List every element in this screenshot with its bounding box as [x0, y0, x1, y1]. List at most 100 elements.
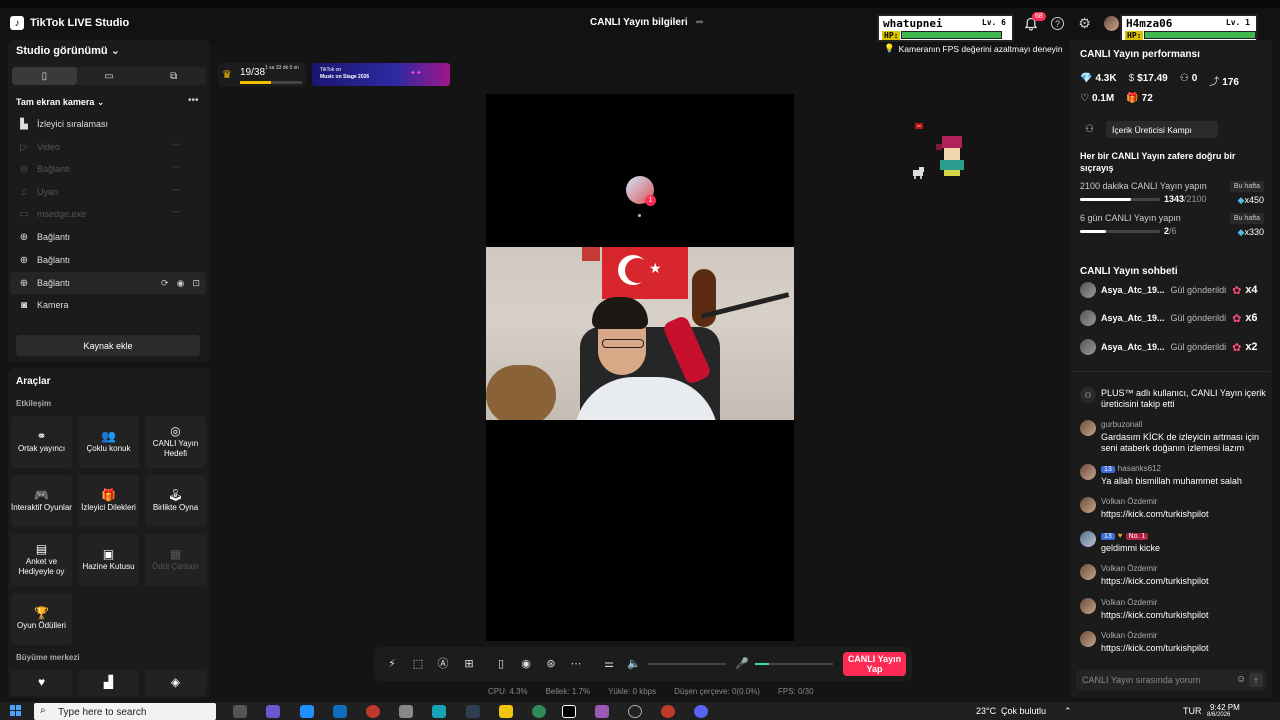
share-icon[interactable]: ➦ — [696, 17, 704, 28]
user-avatar[interactable] — [1104, 16, 1119, 31]
live-goal-button[interactable]: ◎ CANLI Yayın Hedefi — [145, 416, 206, 468]
user-add-icon[interactable]: ⚇ — [1085, 124, 1094, 135]
eye-icon[interactable]: ◉ — [177, 278, 185, 289]
hidden-icon[interactable]: ︶ — [172, 142, 180, 153]
refresh-icon[interactable]: ⟳ — [161, 278, 169, 289]
level-badge: 13 — [1101, 466, 1115, 473]
status-bar: CPU: 4.3% Bellek: 1.7% Yükle: 0 kbps Düş… — [488, 687, 814, 696]
app-icon[interactable] — [628, 705, 642, 718]
mail-icon[interactable] — [333, 705, 347, 718]
weather-temp[interactable]: 23°C — [976, 706, 996, 716]
game-rewards-button[interactable]: 🏆 Oyun Ödülleri — [11, 593, 72, 645]
phone-icon[interactable]: ▯ — [494, 656, 508, 670]
capture-icon[interactable]: ⊛ — [544, 656, 558, 670]
audio-settings-icon[interactable]: ⚌ — [602, 656, 616, 670]
chat-input[interactable] — [1082, 673, 1232, 687]
more-icon[interactable]: ⋯ — [569, 656, 583, 670]
record-icon[interactable]: ◉ — [519, 656, 533, 670]
copilot-icon[interactable] — [266, 705, 280, 718]
chat-message[interactable]: Volkan Özdemir https://kick.com/turkishp… — [1080, 497, 1266, 523]
viewer-wishes-button[interactable]: 🎁 İzleyici Dilekleri — [78, 475, 139, 527]
clock-time[interactable]: 9:42 PM — [1210, 703, 1240, 712]
chat-message[interactable]: Volkan Özdemir https://kick.com/turkishp… — [1080, 631, 1266, 657]
help-icon[interactable]: ? — [1051, 17, 1064, 30]
growth-tool-button[interactable]: ♥ — [11, 670, 72, 696]
promo-banner[interactable]: TikTok on Music on Stage 2026 ✦✦ — [312, 63, 450, 86]
edge-icon[interactable] — [532, 705, 546, 718]
gift-notification[interactable]: Asya_Atc_19... Gül gönderildi ✿ x4 — [1080, 279, 1266, 301]
source-item-alert[interactable]: ♫ Uyarı ︶ — [10, 181, 206, 203]
studio-view-dropdown[interactable]: Studio görünümü ⌄ — [16, 44, 120, 57]
taskbar-search[interactable]: ⌕ Type here to search — [34, 703, 216, 720]
go-live-button[interactable]: CANLI Yayın Yap — [843, 652, 906, 676]
dropped-frames-stat: Düşen çerçeve: 0(0.0%) — [674, 687, 760, 696]
send-icon[interactable]: ↑ — [1249, 673, 1263, 687]
store-icon[interactable] — [300, 705, 314, 718]
more-options-icon[interactable]: ••• — [188, 95, 199, 106]
app-icon[interactable] — [366, 705, 380, 718]
opera-icon[interactable] — [661, 705, 675, 718]
tiktok-taskbar-icon[interactable] — [562, 705, 576, 718]
live-goal-widget[interactable]: ♛ 19/38 1 sa 33 dk 0 sn — [218, 63, 306, 87]
chat-message[interactable]: Volkan Özdemir https://kick.com/turkishp… — [1080, 564, 1266, 590]
windows-start-icon[interactable] — [10, 705, 22, 717]
live-preview[interactable]: 1 ★ — [486, 94, 794, 641]
speaker-icon[interactable]: 🔈 — [627, 656, 641, 670]
effects-icon[interactable]: ⬚ — [411, 656, 425, 670]
goal-progress-bar — [240, 81, 302, 84]
app-icon[interactable] — [466, 705, 480, 718]
source-item-msedge[interactable]: ▭ msedge.exe ︶ — [10, 203, 206, 225]
poll-button[interactable]: ▤ Anket ve Hediyeyle oy — [11, 534, 72, 586]
source-item-link[interactable]: ⊕ Bağlantı — [10, 249, 206, 271]
hidden-icon[interactable]: ︶ — [172, 209, 180, 220]
discord-icon[interactable] — [694, 705, 708, 718]
gift-notification[interactable]: Asya_Atc_19... Gül gönderildi ✿ x2 — [1080, 336, 1266, 358]
settings-gear-icon[interactable]: ⚙ — [1078, 15, 1091, 31]
chat-message[interactable]: 13 hasanks612 Ya allah bismillah muhammet… — [1080, 464, 1266, 490]
tray-chevron-icon[interactable]: ⌃ — [1064, 706, 1072, 717]
creator-camp-chip[interactable]: İçerik Üreticisi Kampı — [1106, 121, 1218, 138]
microphone-icon[interactable]: 🎤 — [735, 656, 749, 670]
interactive-games-button[interactable]: 🎮 İnteraktif Oyunlar — [11, 475, 72, 527]
source-item-link[interactable]: ⊕ Bağlantı — [10, 226, 206, 248]
dual-mode-button[interactable]: ⧉ — [141, 67, 206, 85]
stream-info-button[interactable]: CANLI Yayın bilgileri ➦ — [590, 17, 704, 28]
growth-tool-button[interactable]: ▟ — [78, 670, 139, 696]
app-icon[interactable] — [595, 705, 609, 718]
chat-message[interactable]: Volkan Özdemir https://kick.com/turkishp… — [1080, 598, 1266, 624]
gift-notification[interactable]: Asya_Atc_19... Gül gönderildi ✿ x6 — [1080, 307, 1266, 329]
play-together-button[interactable]: 🕹 Birlikte Oyna — [145, 475, 206, 527]
screen-share-icon[interactable]: ⊞ — [462, 656, 476, 670]
source-item-link-selected[interactable]: ⊕ Bağlantı ⟳ ◉ ⊡ — [10, 272, 206, 294]
chat-message[interactable]: gurbuzonall Gardasım KİCK de izleyicin a… — [1080, 420, 1266, 456]
co-host-button[interactable]: ⚭ Ortak yayıncı — [11, 416, 72, 468]
source-item-link-hidden[interactable]: ⊖ Bağlantı ︶ — [10, 158, 206, 180]
speaker-volume-slider[interactable] — [648, 663, 726, 665]
hidden-icon[interactable]: ︶ — [172, 164, 180, 175]
add-source-button[interactable]: Kaynak ekle — [16, 335, 200, 356]
magic-wand-icon[interactable]: ⚡ — [385, 656, 399, 670]
multi-guest-button[interactable]: 👥 Çoklu konuk — [78, 416, 139, 468]
chat-message[interactable]: 13 ♥ No. 1 geldimmi kicke — [1080, 531, 1266, 557]
hidden-icon[interactable]: ︶ — [172, 187, 180, 198]
emoji-icon[interactable]: ☺ — [1236, 674, 1246, 685]
growth-tool-button[interactable]: ◈ — [145, 670, 206, 696]
file-explorer-icon[interactable] — [499, 705, 513, 718]
task-view-icon[interactable] — [233, 705, 247, 718]
weather-text[interactable]: Çok bulutlu — [1001, 706, 1046, 716]
reward-bag-button: ▦ Ödül Çantası — [145, 534, 206, 586]
scene-dropdown[interactable]: Tam ekran kamera ⌄ — [16, 97, 104, 108]
language-indicator[interactable]: TUR — [1183, 706, 1202, 716]
ai-icon[interactable]: Ⓐ — [436, 656, 450, 670]
app-icon[interactable] — [432, 705, 446, 718]
app-icon[interactable] — [399, 705, 413, 718]
treasure-box-button[interactable]: ▣ Hazine Kutusu — [78, 534, 139, 586]
landscape-mode-button[interactable]: ▭ — [77, 67, 142, 85]
source-item-viewer-ranking[interactable]: ▙ İzleyici sıralaması — [10, 113, 206, 135]
clock-date[interactable]: 8/6/2026 — [1207, 712, 1230, 718]
source-item-camera[interactable]: ◙ Kamera — [10, 294, 206, 316]
chat-message-follow[interactable]: ⚇ PLUS™ adlı kullanıcı, CANLI Yayın içer… — [1080, 387, 1266, 413]
source-item-video[interactable]: ▷ Video ︶ — [10, 136, 206, 158]
lock-icon[interactable]: ⊡ — [192, 278, 200, 289]
portrait-mode-button[interactable]: ▯ — [12, 67, 77, 85]
